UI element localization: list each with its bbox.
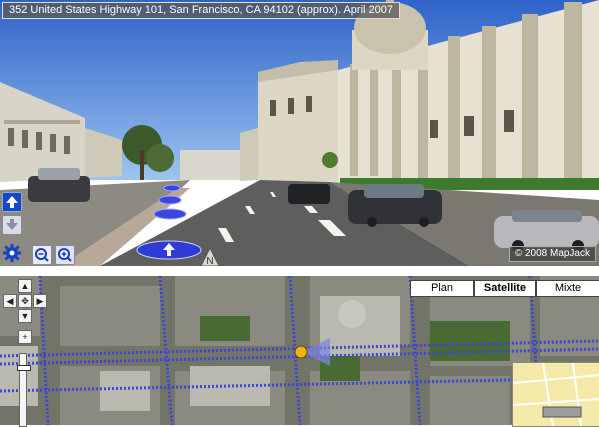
pan-down-icon: ▼: [20, 311, 30, 321]
pan-right-icon: ▶: [36, 296, 44, 306]
compass-north-icon[interactable]: N: [201, 248, 219, 266]
overview-map[interactable]: [512, 362, 599, 427]
north-label: N: [206, 256, 213, 266]
pan-up-icon: ▲: [20, 281, 30, 291]
panel-separator: [0, 266, 599, 276]
satellite-map[interactable]: Plan Satellite Mixte: [0, 276, 599, 425]
street-panorama[interactable]: [0, 0, 599, 266]
map-type-plan-button[interactable]: Plan: [410, 280, 474, 297]
map-type-satellite-button[interactable]: Satellite: [474, 280, 536, 297]
pan-left-button[interactable]: ◀: [3, 294, 17, 308]
gear-icon[interactable]: [3, 244, 21, 262]
navigate-forward-arrow[interactable]: [136, 240, 202, 260]
overview-map-image: [513, 363, 599, 426]
move-back-button[interactable]: [2, 215, 22, 235]
map-imagery[interactable]: [0, 276, 599, 425]
map-zoom-slider-handle[interactable]: [17, 365, 31, 371]
zoom-in-button[interactable]: [55, 245, 75, 265]
pan-left-icon: ◀: [6, 296, 14, 306]
pan-center-icon: ✥: [21, 296, 29, 306]
map-type-mixte-button[interactable]: Mixte: [536, 280, 599, 297]
pan-up-button[interactable]: ▲: [18, 279, 32, 293]
pan-center-button[interactable]: ✥: [18, 294, 32, 308]
plus-icon: +: [22, 332, 28, 342]
map-zoom-in-button[interactable]: +: [18, 330, 32, 344]
move-forward-button[interactable]: [2, 192, 22, 212]
zoom-out-button[interactable]: [32, 245, 52, 265]
pan-down-button[interactable]: ▼: [18, 309, 32, 323]
down-arrow-icon: [6, 219, 18, 230]
up-arrow-icon: [6, 196, 18, 208]
street-view-panel[interactable]: 352 United States Highway 101, San Franc…: [0, 0, 599, 266]
zoom-out-icon: [35, 248, 49, 262]
address-bar: 352 United States Highway 101, San Franc…: [2, 2, 401, 19]
copyright-label: © 2008 MapJack: [508, 246, 596, 262]
pan-right-button[interactable]: ▶: [33, 294, 47, 308]
zoom-in-icon: [58, 248, 72, 262]
